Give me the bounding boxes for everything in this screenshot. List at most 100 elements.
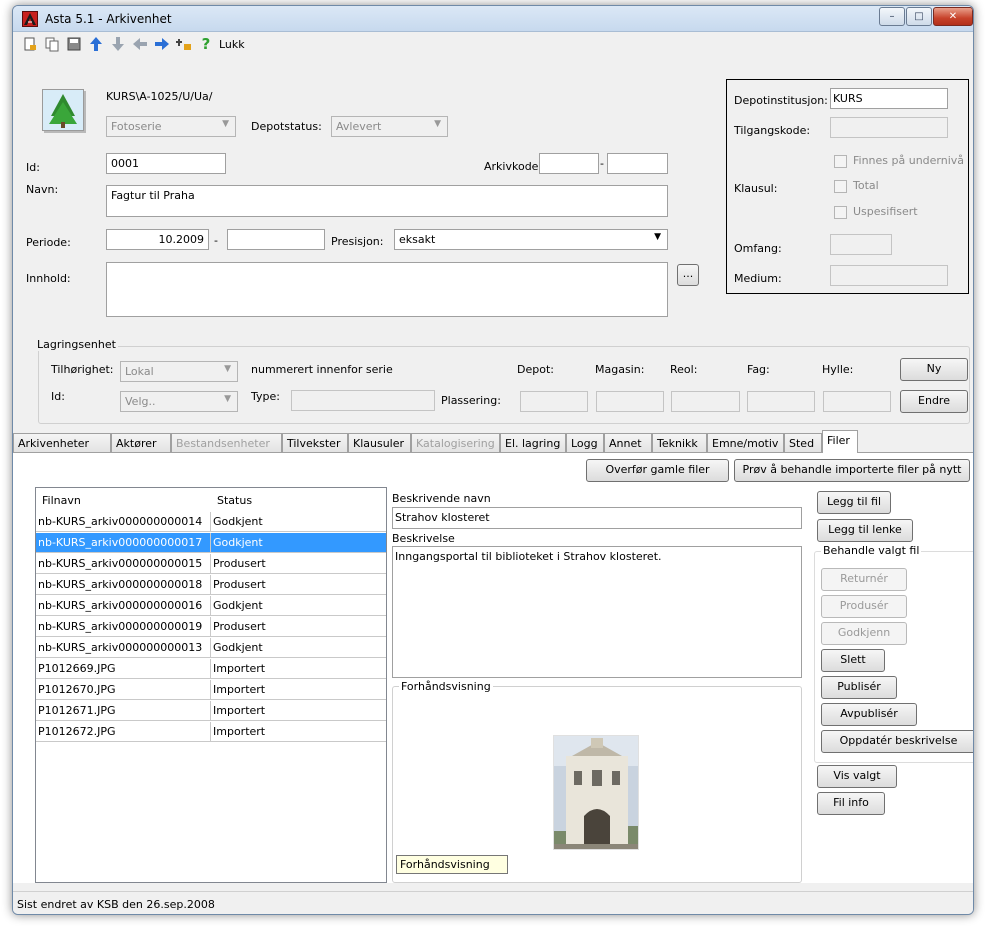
- tab-sted[interactable]: Sted: [784, 433, 822, 452]
- arrow-down-icon[interactable]: [110, 36, 126, 52]
- tab-aktorer[interactable]: Aktører: [111, 433, 171, 452]
- tab-el-lagring[interactable]: El. lagring: [500, 433, 566, 452]
- save-icon[interactable]: [66, 36, 82, 52]
- ny-button[interactable]: Ny: [900, 358, 968, 381]
- vis-valgt-button[interactable]: Vis valgt: [817, 765, 897, 788]
- tab-logg[interactable]: Logg: [566, 433, 604, 452]
- endre-button[interactable]: Endre: [900, 390, 968, 413]
- filename-cell: P1012671.JPG: [36, 701, 211, 721]
- minimize-button[interactable]: –: [879, 7, 905, 26]
- arrow-up-icon[interactable]: [88, 36, 104, 52]
- produser-button[interactable]: Produsér: [821, 595, 907, 618]
- prov-behandle-button[interactable]: Prøv å behandle importerte filer på nytt: [734, 459, 970, 482]
- fil-info-button[interactable]: Fil info: [817, 792, 885, 815]
- total-checkbox[interactable]: [834, 180, 847, 193]
- table-row[interactable]: nb-KURS_arkiv000000000018 Produsert: [36, 575, 386, 595]
- tab-teknikk[interactable]: Teknikk: [652, 433, 707, 452]
- preview-tooltip: Forhåndsvisning: [396, 855, 508, 874]
- innhold-field[interactable]: [106, 262, 668, 317]
- table-row[interactable]: nb-KURS_arkiv000000000015 Produsert: [36, 554, 386, 574]
- legg-til-lenke-button[interactable]: Legg til lenke: [817, 519, 913, 542]
- help-icon[interactable]: ?: [198, 36, 214, 52]
- close-window-button[interactable]: ✕: [933, 7, 973, 26]
- tab-filer[interactable]: Filer: [822, 430, 858, 453]
- table-row[interactable]: P1012672.JPG Importert: [36, 722, 386, 742]
- avpubliser-button[interactable]: Avpublisér: [821, 703, 917, 726]
- tilhorighet-select[interactable]: Lokal ▼: [120, 361, 238, 382]
- medium-field[interactable]: [830, 265, 948, 286]
- id-field[interactable]: 0001: [106, 153, 226, 174]
- tilhorighet-label: Tilhørighet:: [51, 363, 114, 376]
- app-window: Asta 5.1 - Arkivenhet – □ ✕ ? Lukk KURS\…: [12, 5, 974, 915]
- innhold-ellipsis-button[interactable]: ...: [677, 264, 699, 286]
- plassering-reol-field[interactable]: [671, 391, 740, 412]
- periode-from-field[interactable]: 10.2009: [106, 229, 209, 250]
- legg-til-fil-button[interactable]: Legg til fil: [817, 491, 891, 514]
- arkivkode-field-2[interactable]: [607, 153, 668, 174]
- tab-tilvekster[interactable]: Tilvekster: [282, 433, 348, 452]
- plassering-magasin-field[interactable]: [596, 391, 664, 412]
- tilgangskode-field[interactable]: [830, 117, 948, 138]
- column-header-status[interactable]: Status: [213, 488, 383, 512]
- table-row[interactable]: nb-KURS_arkiv000000000019 Produsert: [36, 617, 386, 637]
- presisjon-label: Presisjon:: [331, 235, 384, 248]
- beskrivende-navn-field[interactable]: Strahov klosteret: [392, 507, 802, 529]
- status-bar: Sist endret av KSB den 26.sep.2008: [13, 891, 973, 914]
- tab-klausuler[interactable]: Klausuler: [348, 433, 411, 452]
- depotstatus-value: Avlevert: [336, 120, 382, 133]
- depotinstitusjon-field[interactable]: KURS: [830, 88, 948, 109]
- arrow-right-icon[interactable]: [154, 36, 170, 52]
- oppdater-beskrivelse-button[interactable]: Oppdatér beskrivelse: [821, 730, 973, 753]
- publiser-button[interactable]: Publisér: [821, 676, 897, 699]
- type-select[interactable]: Fotoserie ▼: [106, 116, 236, 137]
- overfor-gamle-filer-button[interactable]: Overfør gamle filer: [586, 459, 729, 482]
- depot-label: Depot:: [517, 363, 554, 376]
- asta-app-icon: [22, 11, 38, 27]
- table-row[interactable]: P1012669.JPG Importert: [36, 659, 386, 679]
- fag-label: Fag:: [747, 363, 770, 376]
- tab-emne-motiv[interactable]: Emne/motiv: [707, 433, 784, 452]
- table-row[interactable]: P1012671.JPG Importert: [36, 701, 386, 721]
- lagring-id-select[interactable]: Velg.. ▼: [120, 391, 238, 412]
- copy-icon[interactable]: [44, 36, 60, 52]
- type-field[interactable]: [291, 390, 435, 411]
- tab-arkivenheter[interactable]: Arkivenheter: [13, 433, 111, 452]
- file-list[interactable]: Filnavn Status nb-KURS_arkiv000000000014…: [35, 487, 387, 883]
- periode-label: Periode:: [26, 236, 71, 249]
- add-child-icon[interactable]: [176, 36, 192, 52]
- new-record-icon[interactable]: [22, 36, 38, 52]
- tab-katalogisering[interactable]: Katalogisering: [411, 433, 500, 452]
- table-row[interactable]: nb-KURS_arkiv000000000013 Godkjent: [36, 638, 386, 658]
- table-row[interactable]: nb-KURS_arkiv000000000017 Godkjent: [36, 533, 386, 553]
- periode-to-field[interactable]: [227, 229, 325, 250]
- presisjon-select[interactable]: eksakt ▼: [394, 229, 668, 250]
- arrow-left-icon[interactable]: [132, 36, 148, 52]
- lagringsenhet-group: [38, 346, 970, 424]
- arkivkode-field-1[interactable]: [539, 153, 599, 174]
- tab-bestandsenheter[interactable]: Bestandsenheter: [171, 433, 282, 452]
- table-row[interactable]: nb-KURS_arkiv000000000014 Godkjent: [36, 512, 386, 532]
- plassering-hylle-field[interactable]: [823, 391, 891, 412]
- godkjenn-button[interactable]: Godkjenn: [821, 622, 907, 645]
- uspesifisert-checkbox[interactable]: [834, 206, 847, 219]
- returner-button[interactable]: Returnér: [821, 568, 907, 591]
- status-cell: Importert: [213, 725, 266, 738]
- table-row[interactable]: P1012670.JPG Importert: [36, 680, 386, 700]
- plassering-fag-field[interactable]: [747, 391, 815, 412]
- navn-field[interactable]: Fagtur til Praha: [106, 185, 668, 217]
- slett-button[interactable]: Slett: [821, 649, 885, 672]
- innhold-label: Innhold:: [26, 272, 71, 285]
- plassering-depot-field[interactable]: [520, 391, 588, 412]
- column-header-filnavn[interactable]: Filnavn: [38, 488, 208, 512]
- status-cell: Produsert: [213, 557, 266, 570]
- preview-image[interactable]: [553, 735, 639, 850]
- beskrivelse-field[interactable]: Inngangsportal til biblioteket i Strahov…: [392, 546, 802, 678]
- maximize-button[interactable]: □: [906, 7, 932, 26]
- close-label[interactable]: Lukk: [219, 38, 245, 51]
- chevron-down-icon: ▼: [434, 119, 441, 129]
- tab-annet[interactable]: Annet: [604, 433, 652, 452]
- depotstatus-select[interactable]: Avlevert ▼: [331, 116, 448, 137]
- omfang-field[interactable]: [830, 234, 892, 255]
- finnes-checkbox[interactable]: [834, 155, 847, 168]
- table-row[interactable]: nb-KURS_arkiv000000000016 Godkjent: [36, 596, 386, 616]
